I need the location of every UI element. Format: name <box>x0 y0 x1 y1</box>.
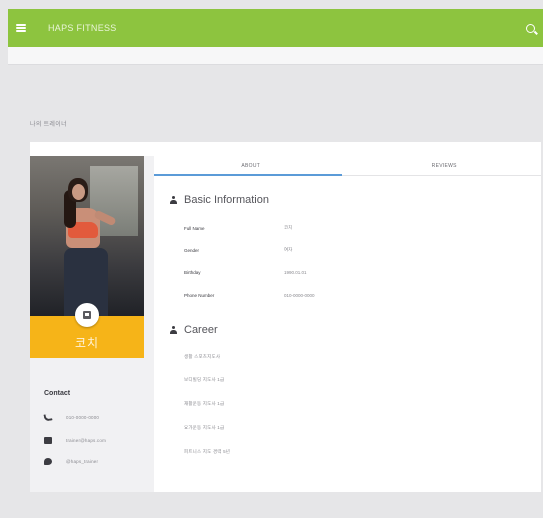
info-label: Full Name <box>184 225 205 231</box>
person-icon <box>170 196 177 204</box>
career-heading: Career <box>170 324 218 336</box>
profile-sidebar: 코치 Contact 010-0000-0000 trainer@haps.co… <box>30 156 154 492</box>
info-row-full-name: Full Name 코치 <box>184 224 292 232</box>
info-value: 010-0000-0000 <box>284 292 315 298</box>
info-label: Gender <box>184 247 200 253</box>
info-label: Phone Number <box>184 292 215 298</box>
top-app-bar: HAPS FITNESS <box>8 9 543 47</box>
basic-info-title: Basic Information <box>184 194 269 206</box>
career-item: 보디빌딩 지도사 1급 <box>184 377 225 382</box>
contact-title: Contact <box>44 390 71 397</box>
info-value: 코치 <box>284 225 293 230</box>
contact-twitter[interactable]: @haps_trainer <box>44 456 98 466</box>
career-item: 요가운동 지도사 1급 <box>184 425 225 430</box>
section-label: 나의 트레이너 <box>30 122 67 128</box>
info-row-gender: Gender 여자 <box>184 246 292 254</box>
bottom-area <box>8 492 543 518</box>
sub-toolbar <box>8 47 543 65</box>
tab-reviews[interactable]: REVIEWS <box>348 156 542 176</box>
trainer-name: 코치 <box>74 336 100 350</box>
app-title: HAPS FITNESS <box>48 23 117 33</box>
trainer-photo <box>30 156 144 316</box>
calendar-icon <box>83 311 91 319</box>
info-value: 여자 <box>284 247 293 252</box>
active-tab-indicator <box>154 174 342 176</box>
basic-info-heading: Basic Information <box>170 194 269 206</box>
career-item: 생활 스포츠지도사 <box>184 354 221 359</box>
info-label: Birthday <box>184 269 201 275</box>
info-row-phone: Phone Number 010-0000-0000 <box>184 291 315 299</box>
info-row-birthday: Birthday 1990.01.01 <box>184 268 307 276</box>
career-title: Career <box>184 324 218 336</box>
career-item: 재활운동 지도사 1급 <box>184 401 225 406</box>
person-icon <box>170 326 177 334</box>
search-icon[interactable] <box>526 23 535 33</box>
contact-twitter-text: @haps_trainer <box>66 458 99 464</box>
tab-divider <box>342 175 541 176</box>
tab-about[interactable]: ABOUT <box>154 156 348 176</box>
contact-email-text: trainer@haps.com <box>66 437 107 443</box>
menu-icon[interactable] <box>16 24 26 32</box>
profile-card: 코치 Contact 010-0000-0000 trainer@haps.co… <box>30 142 541 492</box>
career-item: 피트니스 지도 경력 5년 <box>184 449 231 454</box>
phone-icon <box>43 412 53 422</box>
mail-icon <box>44 436 52 444</box>
contact-email[interactable]: trainer@haps.com <box>44 435 106 445</box>
contact-phone-text: 010-0000-0000 <box>66 414 100 420</box>
contact-phone[interactable]: 010-0000-0000 <box>43 412 100 422</box>
info-value: 1990.01.01 <box>284 269 307 275</box>
twitter-icon <box>44 457 52 465</box>
profile-action-button[interactable] <box>75 303 99 327</box>
profile-tabs: ABOUT REVIEWS <box>154 156 541 176</box>
